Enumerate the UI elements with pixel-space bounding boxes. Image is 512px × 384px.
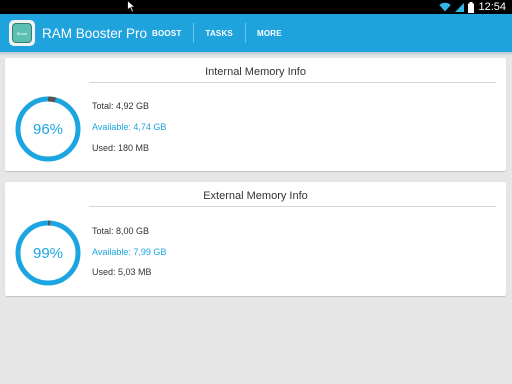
app-title: RAM Booster Pro xyxy=(42,25,148,41)
internal-memory-percent: 96% xyxy=(32,120,64,138)
tab-tasks[interactable]: TASKS xyxy=(193,14,245,52)
action-bar-shadow xyxy=(0,52,512,56)
internal-total: Total: 4,92 GB xyxy=(92,101,150,111)
wifi-icon xyxy=(439,2,452,12)
status-time: 12:54 xyxy=(478,1,506,13)
internal-available: Available: 4,74 GB xyxy=(92,122,167,132)
status-bar: 12:54 xyxy=(0,0,512,14)
tab-more[interactable]: MORE xyxy=(244,14,294,52)
ram-booster-app-icon: Boost xyxy=(12,23,32,43)
signal-icon xyxy=(455,3,465,12)
battery-icon xyxy=(468,1,475,13)
internal-memory-card: Internal Memory Info 96% Total: 4,92 GB … xyxy=(5,58,506,171)
action-bar: Boost RAM Booster Pro BOOST TASKS MORE xyxy=(0,14,512,52)
external-memory-percent: 99% xyxy=(32,244,64,262)
card-divider xyxy=(89,206,496,207)
internal-used: Used: 180 MB xyxy=(92,143,150,153)
external-memory-card: External Memory Info 99% Total: 8,00 GB … xyxy=(5,182,506,296)
external-memory-title: External Memory Info xyxy=(203,190,308,202)
mouse-cursor-icon xyxy=(127,0,136,13)
external-total: Total: 8,00 GB xyxy=(92,226,150,236)
card-divider xyxy=(89,82,496,83)
app-icon-text: Boost xyxy=(16,30,28,36)
external-available: Available: 7,99 GB xyxy=(92,247,167,257)
external-memory-gauge: 99% xyxy=(15,220,81,286)
internal-memory-title: Internal Memory Info xyxy=(205,66,306,78)
tab-boost[interactable]: BOOST xyxy=(140,14,193,52)
tab-bar: BOOST TASKS MORE xyxy=(140,14,294,52)
app-icon[interactable]: Boost xyxy=(9,20,35,46)
internal-memory-gauge: 96% xyxy=(15,96,81,162)
external-used: Used: 5,03 MB xyxy=(92,267,152,277)
